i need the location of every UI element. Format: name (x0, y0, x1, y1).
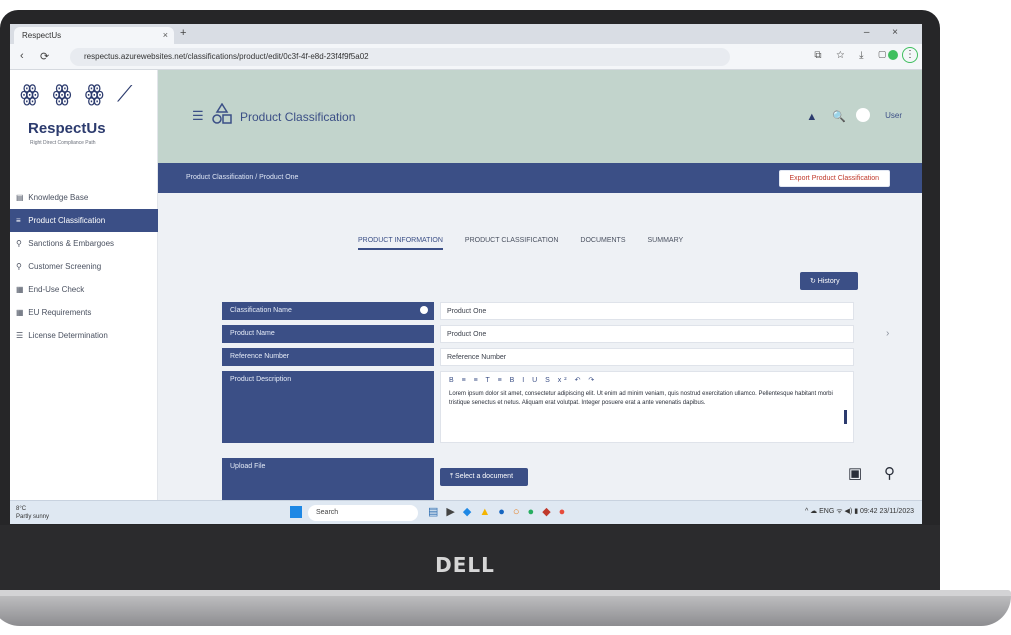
breadcrumb[interactable]: Product Classification / Product One (186, 174, 298, 181)
zoom-icon[interactable]: ⚲ (884, 464, 895, 482)
app-icon[interactable]: ▲ (479, 506, 498, 518)
search-icon: ⚲ (16, 262, 22, 271)
form-row-product-name: Product Name Product One (222, 325, 862, 343)
description-editor[interactable]: B ≡ ≡ T ≡ B I U S x² ↶ ↷ Lorem ipsum dol… (440, 371, 854, 443)
tab-bar: PRODUCT INFORMATION PRODUCT CLASSIFICATIO… (358, 237, 705, 250)
history-button[interactable]: ↻ History (800, 272, 858, 290)
sidebar-item-label: Product Classification (28, 216, 106, 225)
new-tab-button[interactable]: + (180, 27, 186, 39)
logo-icon: ꙮ ꙮ ꙮ ⟋ (20, 82, 136, 107)
sidebar: ꙮ ꙮ ꙮ ⟋ RespectUs Right Direct Complianc… (10, 70, 158, 500)
form-row-classification: Classification Name Product One (222, 302, 862, 320)
scroll-arrow-icon[interactable]: › (886, 328, 889, 339)
back-button[interactable]: ‹ (20, 50, 24, 62)
window-controls[interactable]: – × (864, 27, 908, 38)
description-text[interactable]: Lorem ipsum dolor sit amet, consectetur … (449, 390, 845, 408)
app-icon[interactable]: ● (528, 506, 543, 518)
form-row-reference: Reference Number Reference Number (222, 348, 862, 366)
field-label: Product Name (222, 325, 434, 343)
product-name-input[interactable]: Product One (440, 325, 854, 343)
browser-menu-button[interactable]: ⋮ (902, 47, 918, 63)
app-icon[interactable]: ● (559, 506, 574, 518)
profile-icon[interactable] (888, 50, 898, 60)
brand-name: RespectUs (28, 120, 106, 137)
grid-icon: ▦ (16, 285, 24, 294)
page-title: Product Classification (240, 110, 356, 124)
editor-scroll-handle[interactable] (844, 410, 847, 424)
sidebar-item-label: Knowledge Base (28, 193, 89, 202)
laptop-photo: DELL RespectUs × + – × ‹ ⟳ respectus.azu… (0, 0, 1011, 635)
sidebar-item-label: Customer Screening (28, 262, 102, 271)
user-name[interactable]: User (885, 111, 902, 120)
app-icon[interactable]: ▶ (446, 506, 462, 518)
sidebar-item-label: License Determination (28, 331, 108, 340)
laptop-brand-logo: DELL (435, 553, 495, 577)
sidebar-item-eu-requirements[interactable]: ▦ EU Requirements (10, 301, 158, 324)
browser-tab[interactable]: RespectUs × (14, 27, 174, 44)
hamburger-icon[interactable]: ☰ (192, 108, 204, 124)
document-icon[interactable]: ▣ (848, 464, 862, 482)
tab-documents[interactable]: DOCUMENTS (580, 237, 625, 248)
header-icons[interactable]: ▲ 🔍 (806, 110, 852, 123)
tab-summary[interactable]: SUMMARY (648, 237, 684, 248)
avatar[interactable] (856, 108, 870, 122)
close-icon[interactable]: × (163, 30, 168, 40)
sidebar-item-end-use-check[interactable]: ▦ End-Use Check (10, 278, 158, 301)
list-icon: ≡ (16, 216, 21, 225)
os-taskbar: 8°C Partly sunny Search ▤▶◆▲●○●◆● ^ ☁ EN… (10, 500, 922, 524)
weather-widget[interactable]: 8°C Partly sunny (16, 505, 49, 521)
toolbar-icons[interactable]: ⧉ ☆ ⤓ ▢ (814, 50, 892, 61)
brand-tagline: Right Direct Compliance Path (30, 140, 96, 146)
address-bar[interactable]: respectus.azurewebsites.net/classificati… (70, 48, 730, 66)
browser-tab-title: RespectUs (22, 31, 62, 40)
app-icon[interactable]: ◆ (542, 506, 558, 518)
form-row-description: Product Description B ≡ ≡ T ≡ B I U S x²… (222, 371, 862, 443)
book-icon: ▤ (16, 193, 24, 202)
sidebar-nav: ▤ Knowledge Base ≡ Product Classificatio… (10, 186, 158, 347)
breadcrumb-bar: Product Classification / Product One Exp… (158, 163, 922, 193)
sidebar-item-license-determination[interactable]: ☰ License Determination (10, 324, 158, 347)
sidebar-item-customer-screening[interactable]: ⚲ Customer Screening (10, 255, 158, 278)
sidebar-item-label: End-Use Check (28, 285, 85, 294)
browser-toolbar: ‹ ⟳ respectus.azurewebsites.net/classifi… (10, 44, 922, 70)
app-icon[interactable]: ◆ (463, 506, 479, 518)
browser-tabstrip: RespectUs × + – × (10, 24, 922, 44)
reload-button[interactable]: ⟳ (40, 50, 49, 63)
sidebar-item-sanctions[interactable]: ⚲ Sanctions & Embargoes (10, 232, 158, 255)
document-icon: ☰ (16, 331, 24, 340)
field-label: Classification Name (222, 302, 434, 320)
shapes-icon (212, 103, 232, 124)
laptop-base (0, 596, 1011, 626)
app-icon[interactable]: ▤ (428, 506, 446, 518)
classification-name-input[interactable]: Product One (440, 302, 854, 320)
page-header: ☰ Product Classification ▲ 🔍 User (158, 70, 922, 163)
taskbar-search[interactable]: Search (308, 505, 418, 521)
start-icon[interactable] (290, 506, 302, 518)
field-label: Product Description (222, 371, 434, 443)
field-label: Reference Number (222, 348, 434, 366)
sidebar-item-product-classification[interactable]: ≡ Product Classification (10, 209, 158, 232)
grid-icon: ▦ (16, 308, 24, 317)
screen: RespectUs × + – × ‹ ⟳ respectus.azureweb… (10, 24, 922, 524)
editor-toolbar[interactable]: B ≡ ≡ T ≡ B I U S x² ↶ ↷ (449, 376, 597, 384)
info-icon[interactable] (420, 306, 428, 314)
tab-product-information[interactable]: PRODUCT INFORMATION (358, 237, 443, 250)
export-button[interactable]: Export Product Classification (778, 170, 890, 187)
select-document-button[interactable]: ⤒ Select a document (440, 468, 528, 486)
sidebar-item-knowledge-base[interactable]: ▤ Knowledge Base (10, 186, 158, 209)
search-icon: ⚲ (16, 239, 22, 248)
taskbar-apps[interactable]: ▤▶◆▲●○●◆● (428, 505, 573, 518)
app-icon[interactable]: ○ (513, 506, 528, 518)
tab-product-classification[interactable]: PRODUCT CLASSIFICATION (465, 237, 558, 248)
sidebar-item-label: EU Requirements (28, 308, 92, 317)
sidebar-item-label: Sanctions & Embargoes (28, 239, 115, 248)
system-tray[interactable]: ^ ☁ ENG ᯤ ◀) ▮ 09:42 23/11/2023 (805, 507, 914, 516)
app-icon[interactable]: ● (498, 506, 513, 518)
reference-number-input[interactable]: Reference Number (440, 348, 854, 366)
